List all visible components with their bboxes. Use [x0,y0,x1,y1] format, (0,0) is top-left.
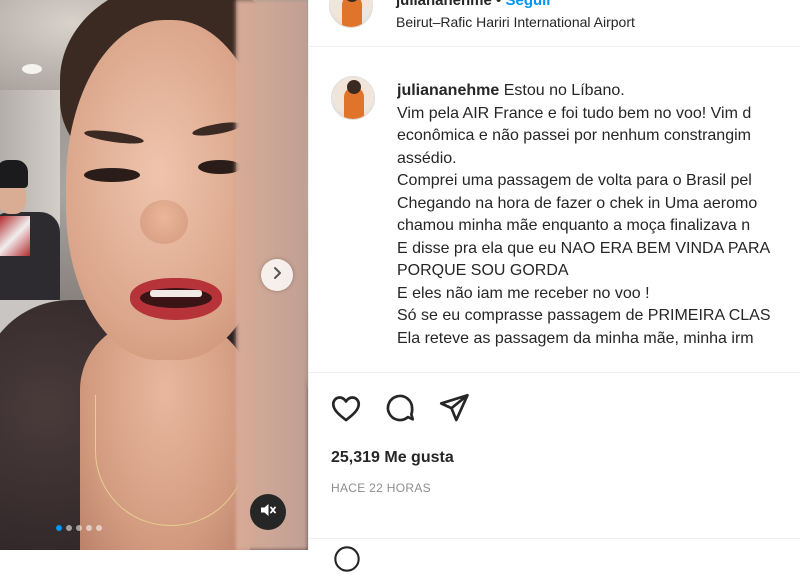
follow-button[interactable]: Seguir [505,0,552,9]
separator-dot: • [496,0,502,9]
caption-first-text: Estou no Líbano. [503,82,625,99]
caption-line: assédio. [397,149,457,167]
caption-first-line: juliananehme Estou no Líbano. [397,80,800,103]
send-icon [437,393,471,429]
post-header: juliananehme • Seguir Beirut–Rafic Harir… [309,0,800,47]
post-media[interactable] [0,0,308,550]
caption-line: Só se eu comprasse passagem de PRIMEIRA … [397,307,771,324]
caption-line: PORQUE SOU GORDA [397,262,569,279]
caption-username[interactable]: juliananehme [397,82,499,99]
comment-button[interactable] [383,391,417,425]
emoji-icon[interactable] [333,545,361,573]
teeth [150,290,202,297]
add-comment-bar [309,538,800,572]
post-side-panel: juliananehme • Seguir Beirut–Rafic Harir… [308,0,800,572]
caption-line: E eles não iam me receber no voo ! [397,284,650,302]
share-button[interactable] [437,391,471,425]
caption-line: E disse pra ela que eu NAO ERA BEM VINDA… [397,239,771,257]
caption-line: Comprei uma passagem de volta para o Bra… [397,172,752,189]
author-username[interactable]: juliananehme [396,0,492,9]
mute-toggle-button[interactable] [250,494,286,530]
carousel-next-button[interactable] [261,259,293,291]
likes-count[interactable]: 25,319 Me gusta [331,449,454,467]
caption-line: econômica e não passei por nenhum constr… [397,127,751,144]
person-nose [140,200,188,244]
caption-avatar[interactable] [331,76,375,120]
flight-attendant-figure [0,160,66,312]
comment-icon [383,394,417,429]
speaker-muted-icon [259,501,277,524]
carousel-dot [56,525,62,531]
caption-line: Chegando na hora de fazer o chek in Uma … [397,194,758,212]
carousel-dot [76,525,82,531]
author-avatar[interactable] [329,0,373,28]
location-link[interactable]: Beirut–Rafic Hariri International Airpor… [396,14,635,30]
ceiling-light [22,64,42,74]
heart-icon [329,396,363,429]
post-actions-section: 25,319 Me gusta HACE 22 HORAS [309,372,800,572]
header-user-line: juliananehme • Seguir [396,0,552,9]
post-caption: juliananehme Estou no Líbano. Vim pela A… [397,80,800,350]
carousel-dot [86,525,92,531]
left-eye [84,168,140,182]
like-button[interactable] [329,391,363,425]
post-timestamp[interactable]: HACE 22 HORAS [331,481,431,495]
carousel-dot [96,525,102,531]
carousel-dot [66,525,72,531]
carousel-indicator [56,525,102,531]
caption-line: Ela reteve as passagem da minha mãe, min… [397,329,754,347]
caption-line: chamou minha mãe enquanto a moça finaliz… [397,217,751,234]
chevron-right-icon [270,266,284,285]
caption-line: Vim pela AIR France e foi tudo bem no vo… [397,104,752,122]
